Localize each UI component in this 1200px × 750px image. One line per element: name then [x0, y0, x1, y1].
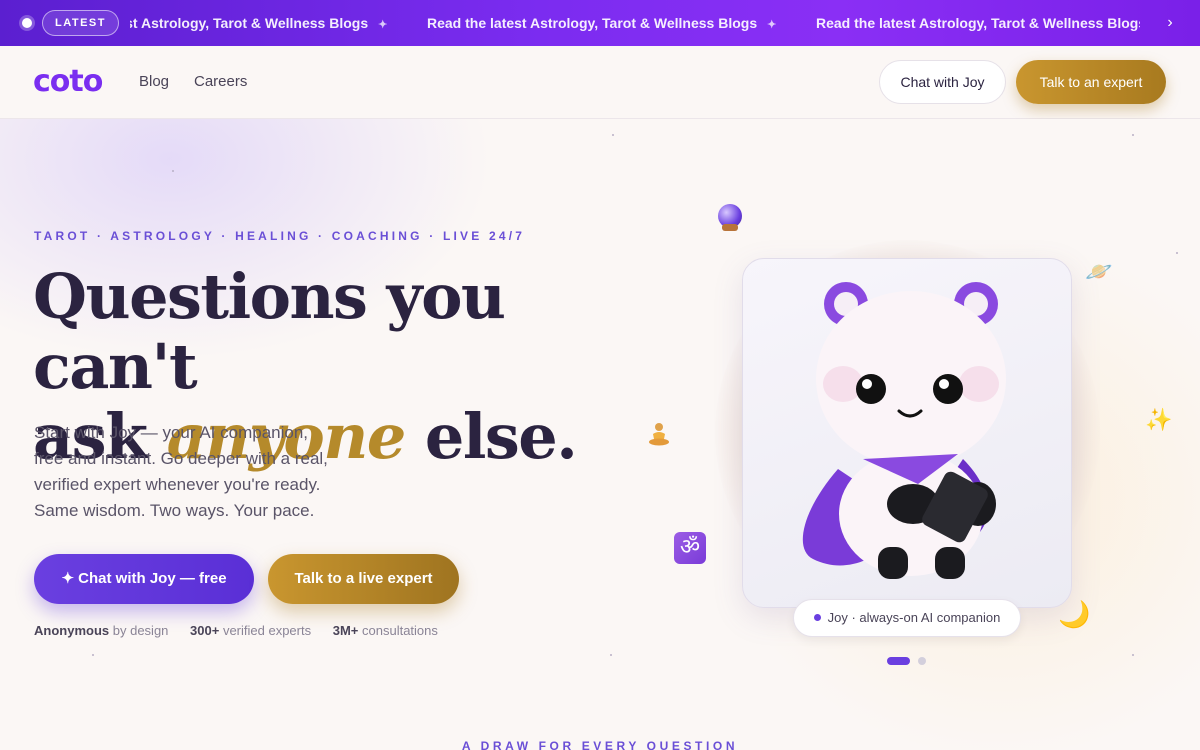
planet-icon: 🪐 [1085, 260, 1113, 285]
decor-speck [92, 654, 94, 656]
nav-blog-link[interactable]: Blog [139, 73, 169, 90]
talk-to-expert-button[interactable]: Talk to an expert [1016, 60, 1166, 104]
om-icon: ॐ [674, 532, 706, 564]
chat-with-joy-free-button[interactable]: ✦ Chat with Joy — free [34, 554, 254, 604]
latest-badge: LATEST [42, 10, 119, 36]
crystal-ball-base [722, 224, 738, 231]
joy-panda-mascot-illustration [802, 282, 1006, 579]
ticker-item[interactable]: Read the latest Astrology, Tarot & Welln… [427, 0, 816, 46]
coto-logo[interactable]: coto [33, 64, 103, 99]
joy-mascot-card [742, 258, 1072, 608]
sparkles-icon: ✨ [1145, 408, 1173, 433]
hero-eyebrow: TAROT · ASTROLOGY · HEALING · COACHING ·… [34, 229, 526, 243]
carousel-dot-active[interactable] [887, 657, 910, 665]
stat-experts: 300+ verified experts [190, 623, 312, 638]
ticker-item[interactable]: Read the latest Astrology, Tarot & Welln… [816, 0, 1140, 46]
carousel-dot[interactable] [918, 657, 926, 665]
ticker-item[interactable]: Read the latest Astrology, Tarot & Welln… [130, 0, 427, 46]
decor-speck [612, 134, 614, 136]
stat-consultations: 3M+ consultations [332, 623, 438, 638]
moon-icon: 🌙 [1058, 600, 1091, 630]
talk-to-live-expert-button[interactable]: Talk to a live expert [268, 554, 459, 604]
stat-anonymous: Anonymous by design [34, 623, 169, 638]
decor-speck [1132, 134, 1134, 136]
section-heading: A DRAW FOR EVERY QUESTION [461, 739, 739, 750]
ticker-track: Read the latest Astrology, Tarot & Welln… [130, 0, 1140, 46]
announcement-ticker: LATEST Read the latest Astrology, Tarot … [0, 0, 1200, 46]
trust-stats: Anonymous by design 300+ verified expert… [34, 623, 456, 638]
decor-speck [610, 654, 612, 656]
hero-subtitle: Start with Joy — your AI companion, free… [34, 423, 328, 520]
site-header: coto Blog Careers Chat with Joy Talk to … [0, 46, 1200, 119]
decor-speck [1176, 252, 1178, 254]
sparkle-icon: ✦ [378, 19, 388, 31]
joy-caption-pill: Joy · always-on AI companion [793, 599, 1021, 637]
live-dot-icon [22, 18, 32, 28]
decor-speck [172, 170, 174, 172]
meditation-icon [649, 423, 669, 446]
decor-speck [1132, 654, 1134, 656]
chat-with-joy-button[interactable]: Chat with Joy [879, 60, 1006, 104]
status-dot-icon [813, 614, 821, 621]
chevron-right-icon[interactable]: › [1160, 13, 1180, 33]
nav-careers-link[interactable]: Careers [194, 73, 247, 90]
sparkle-icon: ✦ [767, 19, 777, 31]
